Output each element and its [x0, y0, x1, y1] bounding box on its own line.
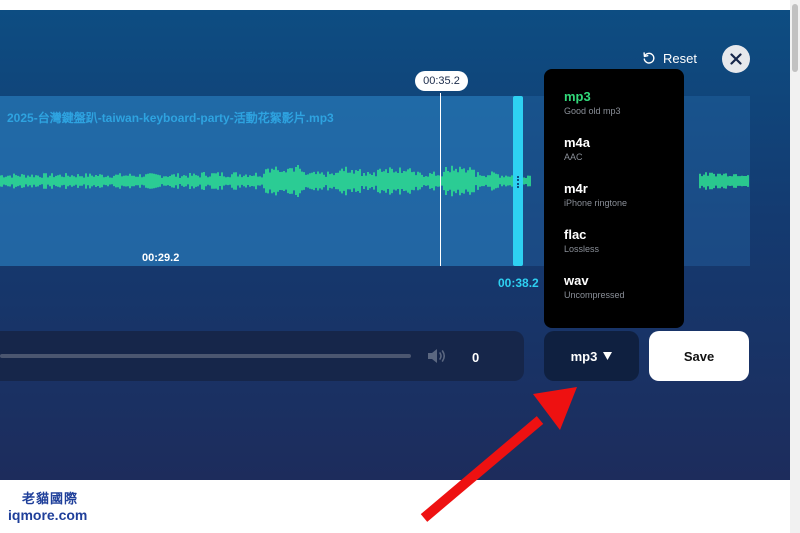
watermark-url: iqmore.com — [8, 507, 88, 523]
reset-icon — [643, 52, 655, 64]
format-option-desc: Good old mp3 — [564, 106, 621, 116]
volume-value: 0 — [472, 350, 480, 365]
volume-icon[interactable] — [426, 347, 448, 365]
format-select-button[interactable]: mp3 — [544, 331, 639, 381]
selection-start-time: 00:29.2 — [142, 252, 180, 264]
screenshot: Reset 2025-台灣鍵盤趴-taiwan-keyboard-party-活… — [0, 0, 800, 533]
page-scrollbar[interactable] — [790, 0, 800, 533]
format-option-name: mp3 — [564, 89, 591, 104]
scrollbar-thumb[interactable] — [792, 4, 798, 72]
format-option-desc: Uncompressed — [564, 290, 625, 300]
selection-end-time: 00:38.2 — [498, 276, 539, 290]
format-option-flac[interactable]: flac Lossless — [544, 227, 684, 273]
format-option-name: wav — [564, 273, 589, 288]
playhead-line[interactable] — [440, 93, 441, 266]
format-option-m4r[interactable]: m4r iPhone ringtone — [544, 181, 684, 227]
save-button[interactable]: Save — [649, 331, 749, 381]
caret-down-icon — [603, 352, 613, 360]
watermark-chinese: 老貓國際 — [22, 491, 79, 506]
format-option-name: m4a — [564, 135, 591, 150]
close-icon — [730, 53, 742, 65]
format-option-name: m4r — [564, 181, 588, 196]
handle-grip-icon — [517, 176, 519, 188]
format-option-desc: AAC — [564, 152, 583, 162]
format-dropdown-menu: mp3 Good old mp3 m4a AAC m4r iPhone ring… — [544, 69, 684, 328]
format-option-name: flac — [564, 227, 587, 242]
format-option-desc: iPhone ringtone — [564, 198, 628, 208]
reset-button[interactable]: Reset — [642, 47, 697, 69]
close-button[interactable] — [722, 45, 750, 73]
format-option-mp3[interactable]: mp3 Good old mp3 — [544, 89, 684, 135]
seek-slider[interactable] — [0, 354, 411, 358]
format-option-m4a[interactable]: m4a AAC — [544, 135, 684, 181]
format-option-desc: Lossless — [564, 244, 600, 254]
format-option-wav[interactable]: wav Uncompressed — [544, 273, 684, 319]
reset-label: Reset — [663, 50, 697, 66]
playhead-time: 00:35.2 — [415, 71, 468, 91]
format-select-label: mp3 — [570, 348, 598, 364]
